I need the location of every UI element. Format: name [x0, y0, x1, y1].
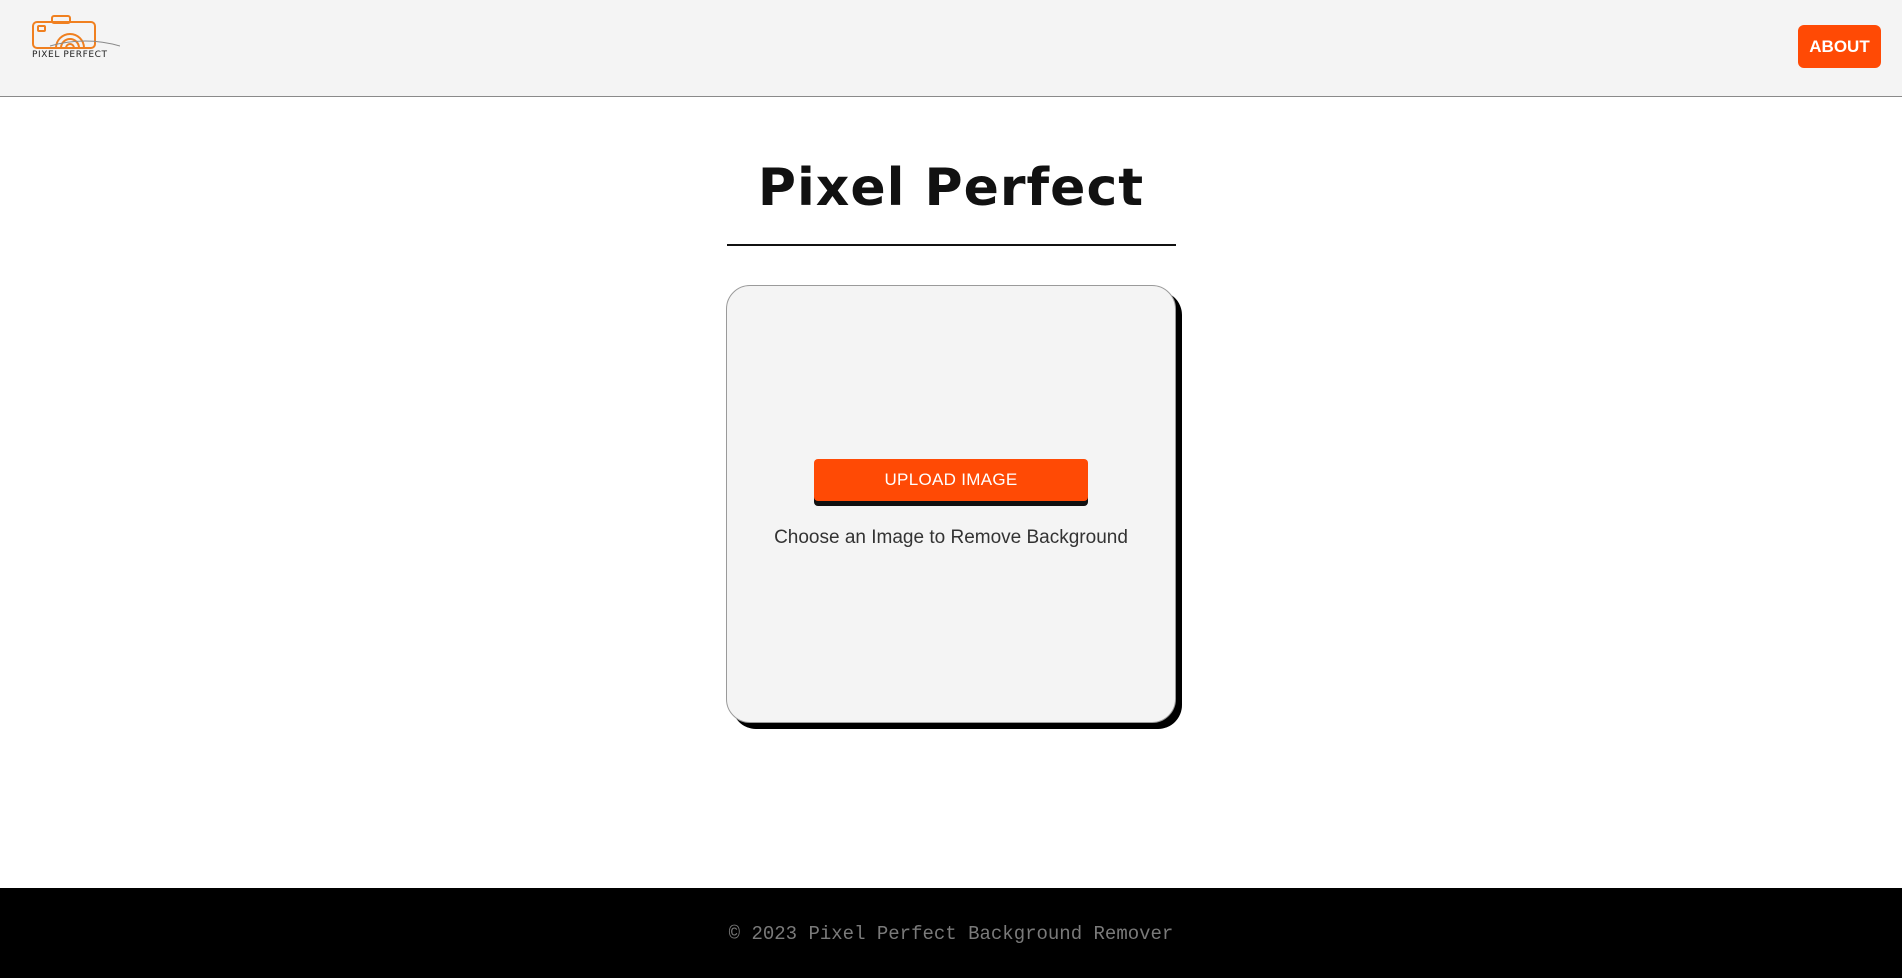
site-header: PIXEL PERFECT ABOUT — [0, 0, 1902, 97]
upload-hint-text: Choose an Image to Remove Background — [774, 527, 1128, 548]
upload-card[interactable]: UPLOAD IMAGE Choose an Image to Remove B… — [726, 285, 1176, 723]
upload-image-button[interactable]: UPLOAD IMAGE — [814, 459, 1088, 501]
site-footer: © 2023 Pixel Perfect Background Remover — [0, 888, 1902, 978]
site-logo[interactable]: PIXEL PERFECT — [30, 12, 120, 70]
logo-text: PIXEL PERFECT — [32, 50, 108, 60]
camera-logo-icon — [30, 12, 120, 52]
copyright-text: © 2023 Pixel Perfect Background Remover — [728, 923, 1174, 945]
about-button[interactable]: ABOUT — [1798, 25, 1881, 68]
title-divider — [727, 244, 1176, 246]
page-title: Pixel Perfect — [757, 158, 1145, 218]
